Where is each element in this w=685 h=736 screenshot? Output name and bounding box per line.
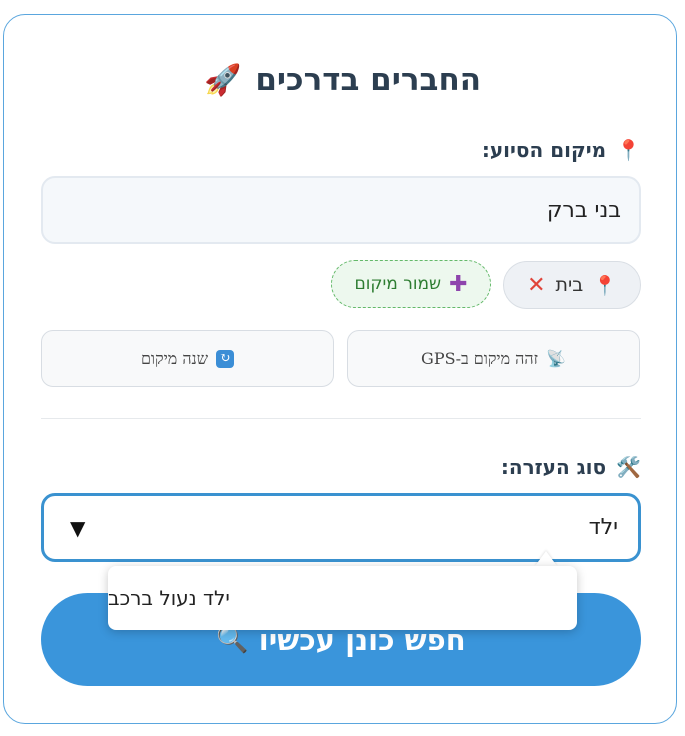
location-label-text: מיקום הסיוע:	[481, 138, 607, 162]
divider	[41, 418, 641, 419]
tools-icon: 🛠️	[616, 455, 641, 479]
save-location-button[interactable]: ✚ שמור מיקום	[331, 260, 491, 308]
dropdown-caret	[535, 551, 557, 566]
location-label: 📍 מיקום הסיוע:	[482, 135, 641, 165]
chevron-down-icon: ▼	[70, 515, 86, 540]
satellite-icon: 📡	[546, 349, 566, 368]
rocket-icon: 🚀	[203, 62, 242, 98]
help-type-selected: ילד	[588, 515, 618, 540]
saved-location-chip[interactable]: 📍 בית ✕	[503, 261, 641, 309]
saved-location-label: בית	[555, 274, 584, 296]
refresh-icon: ↻	[216, 349, 235, 368]
help-type-label: 🛠️ סוג העזרה:	[501, 452, 641, 482]
gps-button-label: זהה מיקום ב-GPS	[421, 348, 539, 368]
close-icon[interactable]: ✕	[527, 273, 545, 298]
help-type-dropdown: ילד נעול ברכב	[108, 566, 577, 630]
save-location-label: שמור מיקום	[354, 274, 442, 294]
change-button-label: שנה מיקום	[140, 348, 209, 368]
dropdown-option[interactable]: ילד נעול ברכב	[108, 586, 230, 610]
location-input[interactable]	[41, 176, 641, 244]
change-location-button[interactable]: ↻ שנה מיקום	[41, 330, 334, 387]
help-type-label-text: סוג העזרה:	[500, 455, 607, 479]
page-title: החברים בדרכים 🚀	[0, 58, 685, 102]
title-text: החברים בדרכים	[255, 62, 482, 98]
pin-icon: 📍	[593, 274, 617, 297]
pin-icon: 📍	[616, 138, 641, 162]
plus-icon: ✚	[449, 271, 468, 297]
gps-detect-button[interactable]: 📡 זהה מיקום ב-GPS	[347, 330, 640, 387]
